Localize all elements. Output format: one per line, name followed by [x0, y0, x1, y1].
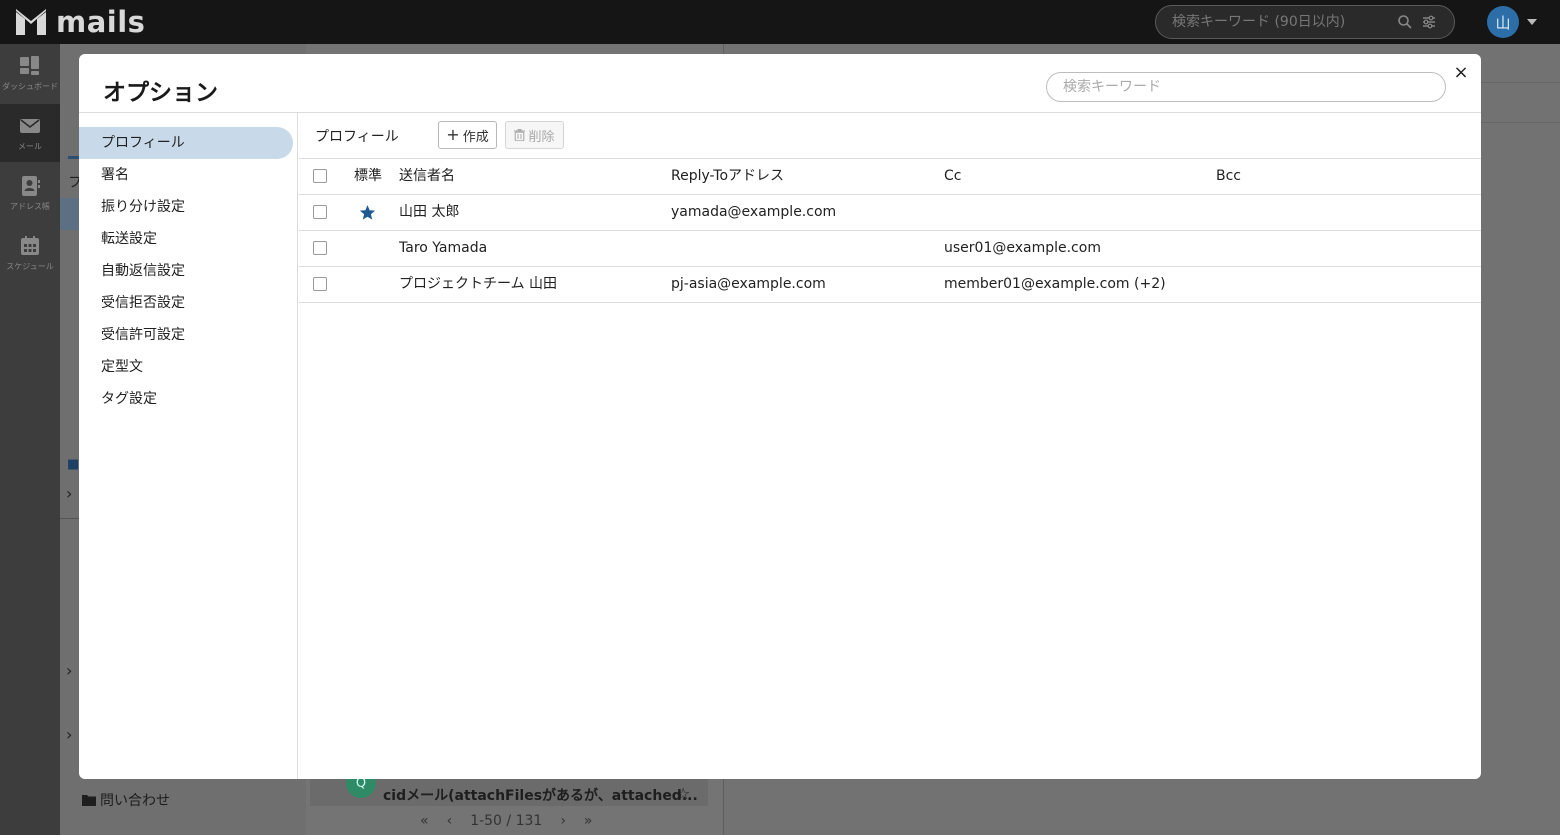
- folder-item[interactable]: 問い合わせ: [82, 790, 170, 810]
- col-sender[interactable]: 送信者名: [399, 159, 455, 194]
- star-outline-icon[interactable]: ☆: [676, 784, 690, 803]
- chevron-right-icon[interactable]: ›: [66, 725, 72, 744]
- app-logo[interactable]: mails: [16, 5, 146, 39]
- mail-icon: [20, 118, 40, 133]
- cell-cc: user01@example.com: [944, 240, 1101, 256]
- prev-page-icon[interactable]: ‹: [447, 813, 453, 829]
- options-nav-templates[interactable]: 定型文: [79, 351, 293, 383]
- nav-schedule[interactable]: スケジュール: [0, 224, 60, 282]
- options-nav-signature[interactable]: 署名: [79, 159, 293, 191]
- options-nav-tags[interactable]: タグ設定: [79, 383, 293, 415]
- nav-label: スケジュール: [6, 261, 54, 271]
- select-all-checkbox[interactable]: [313, 169, 327, 183]
- pagination: « ‹ 1-50 / 131 › »: [420, 812, 620, 830]
- delete-label: 削除: [528, 129, 555, 145]
- calendar-icon: [21, 235, 39, 255]
- app-sidebar: ダッシュボード メール アドレス帳 スケジュール: [0, 44, 60, 835]
- col-reply-to[interactable]: Reply-Toアドレス: [671, 159, 784, 194]
- delete-profile-button[interactable]: 削除: [505, 121, 564, 149]
- cell-sender: プロジェクトチーム 山田: [399, 276, 558, 292]
- divider: [60, 518, 80, 519]
- options-nav: プロフィール 署名 振り分け設定 転送設定 自動返信設定 受信拒否設定 受信許可…: [79, 113, 298, 779]
- options-nav-blocklist[interactable]: 受信拒否設定: [79, 287, 293, 319]
- global-search-input[interactable]: [1172, 12, 1382, 32]
- table-row[interactable]: プロジェクトチーム 山田 pj-asia@example.com member0…: [299, 267, 1481, 303]
- table-row[interactable]: 山田 太郎 yamada@example.com: [299, 195, 1481, 231]
- nav-label: ダッシュボード: [2, 81, 58, 91]
- nav-label: アドレス帳: [10, 201, 50, 211]
- mail-subject: cidメール(attachFilesがあるが、attached...: [383, 788, 698, 804]
- col-cc[interactable]: Cc: [944, 159, 961, 194]
- options-nav-profile[interactable]: プロフィール: [79, 127, 293, 159]
- trash-icon: [514, 129, 526, 141]
- nav-address-book[interactable]: アドレス帳: [0, 164, 60, 222]
- top-bar: mails 山: [0, 0, 1560, 44]
- filter-settings-icon[interactable]: [1421, 14, 1437, 30]
- user-avatar[interactable]: 山: [1487, 6, 1519, 38]
- plus-icon: +: [446, 125, 460, 144]
- nav-mail[interactable]: メール: [0, 104, 60, 162]
- options-nav-forwarding[interactable]: 転送設定: [79, 223, 293, 255]
- dashboard-icon: [20, 55, 39, 75]
- last-page-icon[interactable]: »: [584, 813, 593, 829]
- row-checkbox[interactable]: [313, 277, 327, 291]
- divider: [1480, 82, 1560, 83]
- mails-logo-icon: [16, 9, 46, 35]
- chevron-down-icon[interactable]: [1527, 19, 1537, 25]
- profile-panel: プロフィール + 作成 削除 標準 送信者名 Reply-Toアドレス Cc B…: [299, 113, 1481, 779]
- page-range: 1-50 / 131: [470, 813, 543, 829]
- create-label: 作成: [462, 129, 489, 145]
- nav-dashboard[interactable]: ダッシュボード: [0, 44, 60, 102]
- row-checkbox[interactable]: [313, 241, 327, 255]
- next-page-icon[interactable]: ›: [560, 813, 566, 829]
- options-nav-auto-reply[interactable]: 自動返信設定: [79, 255, 293, 287]
- row-checkbox[interactable]: [313, 205, 327, 219]
- chevron-right-icon[interactable]: ›: [66, 484, 72, 503]
- table-header: 標準 送信者名 Reply-Toアドレス Cc Bcc: [299, 159, 1481, 195]
- folder-selected-highlight: [60, 198, 80, 230]
- first-page-icon[interactable]: «: [420, 813, 429, 829]
- col-bcc[interactable]: Bcc: [1216, 159, 1241, 194]
- cell-reply-to: yamada@example.com: [671, 204, 837, 220]
- cell-cc: member01@example.com (+2): [944, 276, 1166, 292]
- modal-title: オプション: [103, 80, 218, 106]
- table-row[interactable]: Taro Yamada user01@example.com: [299, 231, 1481, 267]
- cell-sender: 山田 太郎: [399, 204, 460, 220]
- app-name: mails: [56, 5, 146, 39]
- cell-sender: Taro Yamada: [399, 240, 488, 256]
- options-search-input[interactable]: [1046, 72, 1446, 102]
- section-title: プロフィール: [315, 129, 399, 145]
- folder-label: 問い合わせ: [100, 793, 170, 809]
- col-default[interactable]: 標準: [354, 159, 382, 194]
- options-nav-sorting-rules[interactable]: 振り分け設定: [79, 191, 293, 223]
- close-icon[interactable]: ×: [1453, 64, 1469, 82]
- options-nav-allowlist[interactable]: 受信許可設定: [79, 319, 293, 351]
- default-star-icon: [359, 205, 376, 220]
- cell-reply-to: pj-asia@example.com: [671, 276, 826, 292]
- nav-label: メール: [18, 141, 42, 151]
- options-modal: オプション × プロフィール 署名 振り分け設定 転送設定 自動返信設定 受信拒…: [79, 54, 1481, 779]
- pin-icon: ■: [67, 457, 80, 472]
- divider: [1480, 122, 1560, 123]
- folder-icon: [82, 795, 96, 806]
- global-search[interactable]: [1155, 5, 1455, 39]
- search-icon[interactable]: [1397, 14, 1413, 30]
- address-book-icon: [22, 175, 40, 196]
- create-profile-button[interactable]: + 作成: [438, 121, 497, 149]
- chevron-right-icon[interactable]: ›: [66, 661, 72, 680]
